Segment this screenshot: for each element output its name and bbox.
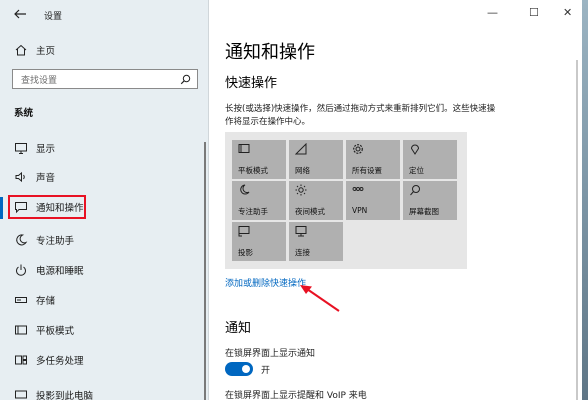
multitask-icon [15,355,27,365]
quick-actions-panel: 平板模式 网络 所有设置 定位 专注助手 夜间模式 VPN 屏幕截图 投影 连接 [225,132,467,269]
page-title: 通知和操作 [225,42,315,63]
toggle-knob [242,365,250,373]
maximize-icon: ☐ [529,6,539,19]
tablet-mode-icon [238,144,250,153]
quick-action-night-light[interactable]: 夜间模式 [289,181,343,220]
sidebar-item-label: 专注助手 [36,236,75,247]
notifications-heading: 通知 [225,321,252,336]
tile-label: 连接 [295,248,310,257]
tile-label: 平板模式 [238,166,268,175]
sidebar-home-label: 主页 [36,46,56,57]
sidebar-item-storage[interactable]: 存储 [0,288,208,314]
sidebar-item-label: 平板模式 [36,326,75,337]
sidebar-item-focus-assist[interactable]: 专注助手 [0,228,208,254]
sidebar-divider [208,0,209,400]
main-scrollbar[interactable] [576,60,578,400]
add-remove-quick-actions-link[interactable]: 添加或删除快速操作 [225,276,306,289]
tile-label: 投影 [238,248,253,257]
tile-label: 定位 [409,166,424,175]
window-title: 设置 [44,12,63,22]
sidebar-item-label: 显示 [36,144,56,155]
speaker-icon [15,171,25,183]
quick-actions-description: 长按(或选择)快速操作，然后通过拖动方式来重新排列它们。这些快速操 [225,104,496,114]
quick-action-project[interactable]: 投影 [232,222,286,261]
tile-label: 所有设置 [352,166,382,175]
moon-icon [16,234,28,246]
desktop-background [582,0,588,400]
project-icon [238,226,250,237]
quick-action-location[interactable]: 定位 [403,140,457,179]
settings-window: 设置 主页 查找设置 系统 显示 声音 通知和操作 专注助手 电源和睡眠 存储 … [0,0,582,400]
minimize-button[interactable]: — [474,0,514,28]
sidebar-item-label: 多任务处理 [36,356,84,367]
sidebar-item-power[interactable]: 电源和睡眠 [0,258,208,284]
highlight-box [8,195,86,219]
sidebar-item-tablet-mode[interactable]: 平板模式 [0,318,208,344]
search-input[interactable]: 查找设置 [12,69,198,89]
sidebar-item-home[interactable]: 主页 [0,38,208,64]
quick-action-focus-assist[interactable]: 专注助手 [232,181,286,220]
monitor-icon [15,143,27,154]
sidebar-item-display[interactable]: 显示 [0,136,208,162]
lock-screen-reminders-label: 在锁屏界面上显示提醒和 VoIP 来电 [225,391,367,400]
tile-label: VPN [352,206,368,215]
quick-action-vpn[interactable]: VPN [346,181,400,220]
sidebar-item-multitasking[interactable]: 多任务处理 [0,348,208,374]
annotation-arrow-icon [300,285,340,312]
quick-action-all-settings[interactable]: 所有设置 [346,140,400,179]
sidebar-item-label: 声音 [36,173,56,184]
sidebar-item-projecting[interactable]: 投影到此电脑 [0,383,208,400]
network-icon [295,143,307,155]
home-icon [15,44,27,56]
sidebar-item-sound[interactable]: 声音 [0,165,208,191]
search-icon[interactable] [180,74,191,85]
power-icon [16,264,26,276]
moon-icon [240,184,250,195]
lock-screen-notifications-label: 在锁屏界面上显示通知 [225,349,316,359]
vpn-icon [352,187,364,191]
sidebar: 设置 主页 查找设置 系统 显示 声音 通知和操作 专注助手 电源和睡眠 存储 … [0,0,208,400]
projector-icon [15,390,27,399]
quick-action-screen-snip[interactable]: 屏幕截图 [403,181,457,220]
storage-icon [15,297,27,303]
sidebar-item-label: 存储 [36,296,56,307]
connect-icon [295,226,307,237]
snip-icon [410,185,420,196]
tile-label: 网络 [295,166,310,175]
tablet-icon [15,325,27,335]
close-button[interactable]: ✕ [548,0,582,28]
close-icon: ✕ [563,6,573,19]
selection-indicator [0,197,3,219]
sidebar-scrollbar[interactable] [204,142,206,400]
back-button[interactable] [8,4,32,24]
gear-icon [353,144,363,154]
toggle-state-label: 开 [261,366,271,376]
search-placeholder: 查找设置 [21,76,58,86]
brightness-icon [295,184,307,196]
quick-action-network[interactable]: 网络 [289,140,343,179]
lock-screen-notifications-toggle[interactable] [225,362,253,376]
tile-label: 屏幕截图 [409,207,439,216]
sidebar-item-label: 投影到此电脑 [36,391,94,400]
sidebar-item-label: 电源和睡眠 [36,266,84,277]
quick-actions-description: 作将显示在操作中心。 [225,117,311,127]
quick-actions-heading: 快速操作 [225,76,278,91]
quick-action-connect[interactable]: 连接 [289,222,343,261]
tile-label: 夜间模式 [295,207,325,216]
tile-label: 专注助手 [238,207,268,216]
minimize-icon: — [487,6,498,19]
quick-action-tablet-mode[interactable]: 平板模式 [232,140,286,179]
section-label: 系统 [14,108,34,119]
back-arrow-icon [14,9,26,19]
location-icon [410,144,420,155]
